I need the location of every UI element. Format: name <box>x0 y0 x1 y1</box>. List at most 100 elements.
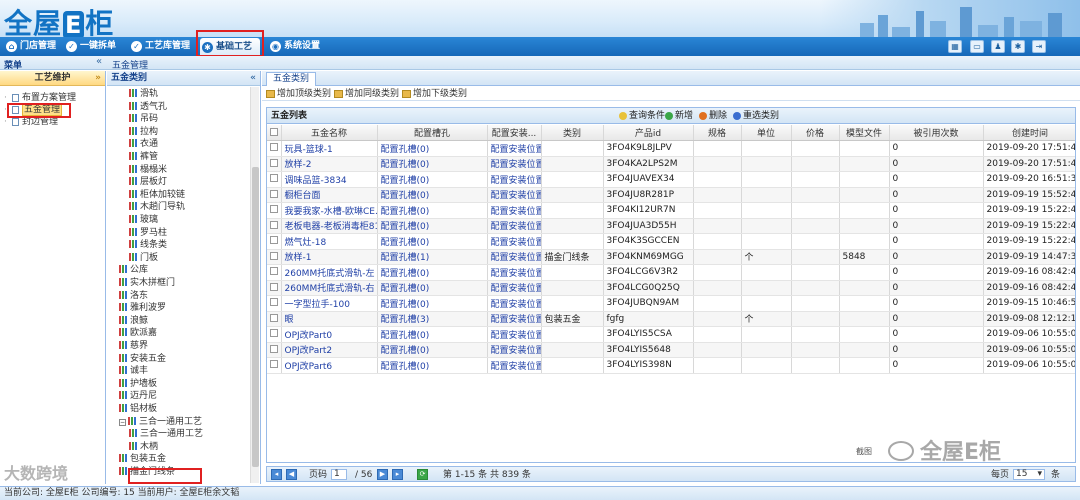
row-checkbox[interactable] <box>270 143 278 152</box>
configure-slots-link[interactable]: 配置孔槽(0) <box>377 187 488 203</box>
tree-node[interactable]: 层板灯 <box>129 176 167 188</box>
configure-position-link[interactable]: 配置安装位置 <box>487 171 542 188</box>
configure-position-link[interactable]: 配置安装位置 <box>487 140 542 157</box>
configure-position-link[interactable]: 配置安装位置 <box>487 342 542 358</box>
table-row[interactable]: 橱柜台面 配置孔槽(0) 配置安装位置 3FO4JU8R281P 0 2019-09-19… <box>267 187 1075 203</box>
window-icon[interactable]: ▭ <box>970 40 984 53</box>
hardware-name-link[interactable]: 调味品篮-3834 <box>281 171 378 188</box>
configure-position-link[interactable]: 配置安装位置 <box>487 249 542 265</box>
table-row[interactable]: 放样-1 配置孔槽(1) 配置安装位置 描金门线条 3FO4KNM69MGG 个 5848 0… <box>267 249 1075 265</box>
tree-node[interactable]: 实木拼框门 <box>119 277 175 289</box>
hardware-name-link[interactable]: 我要我家-水槽-欧琳CE... <box>281 202 378 219</box>
hardware-name-link[interactable]: 放样-1 <box>281 249 378 265</box>
configure-slots-link[interactable]: 配置孔槽(0) <box>377 280 488 296</box>
row-checkbox[interactable] <box>270 158 278 167</box>
hardware-name-link[interactable]: 一字型拉手-100 <box>281 295 378 312</box>
configure-position-link[interactable]: 配置安装位置 <box>487 233 542 250</box>
reselect-category-button[interactable]: 重选类别 <box>733 108 779 124</box>
configure-position-link[interactable]: 配置安装位置 <box>487 156 542 172</box>
row-checkbox[interactable] <box>270 189 278 198</box>
table-row[interactable]: 玩具-篮球-1 配置孔槽(0) 配置安装位置 3FO4K9L8JLPV 0 2019-09… <box>267 140 1075 157</box>
table-row[interactable]: 我要我家-水槽-欧琳CE... 配置孔槽(0) 配置安装位置 3FO4KI12UR7N… <box>267 202 1075 219</box>
query-conditions-button[interactable]: 查询条件 <box>619 108 665 124</box>
column-header[interactable]: 创建时间 <box>983 125 1075 141</box>
configure-slots-link[interactable]: 配置孔槽(1) <box>377 249 488 265</box>
tree-node[interactable]: 木趟门导轨 <box>129 201 185 213</box>
table-row[interactable]: OPJ改Part6 配置孔槽(0) 配置安装位置 3FO4LYIS398N 0 2019-… <box>267 357 1075 374</box>
user-icon[interactable]: ♟ <box>991 40 1005 53</box>
configure-slots-link[interactable]: 配置孔槽(0) <box>377 357 488 374</box>
table-row[interactable]: 调味品篮-3834 配置孔槽(0) 配置安装位置 3FO4JUAVEX34 0 2019-… <box>267 171 1075 188</box>
configure-slots-link[interactable]: 配置孔槽(0) <box>377 326 488 343</box>
configure-position-link[interactable]: 配置安装位置 <box>487 311 542 327</box>
row-checkbox[interactable] <box>270 313 278 322</box>
configure-position-link[interactable]: 配置安装位置 <box>487 357 542 374</box>
tree-node[interactable]: 衣通 <box>129 138 158 150</box>
menu-section-header[interactable]: 工艺维护 » <box>0 71 105 86</box>
configure-position-link[interactable]: 配置安装位置 <box>487 295 542 312</box>
hardware-name-link[interactable]: 眼 <box>281 311 378 327</box>
tree-node[interactable]: 浪鲸 <box>119 315 148 327</box>
exit-icon[interactable]: ⇥ <box>1032 40 1046 53</box>
row-checkbox[interactable] <box>270 205 278 214</box>
column-header[interactable]: 规格 <box>693 125 742 141</box>
column-header[interactable]: 模型文件 <box>839 125 890 141</box>
configure-position-link[interactable]: 配置安装位置 <box>487 264 542 281</box>
hardware-name-link[interactable]: 老板电器-老板消毒柜811 <box>281 218 378 234</box>
tree-node[interactable]: 木柄 <box>129 441 158 453</box>
hardware-name-link[interactable]: OPJ改Part6 <box>281 357 378 374</box>
hardware-name-link[interactable]: 橱柜台面 <box>281 187 378 203</box>
collapse-menu-icon[interactable]: « <box>96 56 102 67</box>
row-checkbox[interactable] <box>270 251 278 260</box>
tree-node[interactable]: 榻榻米 <box>129 164 167 176</box>
nav-system-settings[interactable]: ◉ 系统设置 <box>268 37 320 56</box>
tree-node[interactable]: 洛东 <box>119 290 148 302</box>
row-checkbox[interactable] <box>270 282 278 291</box>
hardware-name-link[interactable]: 玩具-篮球-1 <box>281 140 378 157</box>
row-checkbox[interactable] <box>270 344 278 353</box>
add-top-category-button[interactable]: 增加顶级类别 <box>265 88 331 100</box>
table-row[interactable]: 眼配置孔槽(3) 配置安装位置 包装五金 fgfg 个 0 2019-09-08 12:12… <box>267 311 1075 327</box>
tree-node[interactable]: 铝材板 <box>119 403 157 415</box>
select-all-checkbox[interactable] <box>270 127 278 136</box>
row-checkbox[interactable] <box>270 360 278 369</box>
table-row[interactable]: 老板电器-老板消毒柜811 配置孔槽(0) 配置安装位置 3FO4JUA3D55H 0 2… <box>267 218 1075 234</box>
add-sibling-category-button[interactable]: 增加同级类别 <box>333 88 399 100</box>
configure-slots-link[interactable]: 配置孔槽(0) <box>377 171 488 188</box>
hardware-name-link[interactable]: OPJ改Part0 <box>281 326 378 343</box>
column-header[interactable]: 单位 <box>741 125 792 141</box>
add-button[interactable]: 新增 <box>665 108 693 124</box>
tree-node[interactable]: 欧派嘉 <box>119 327 157 339</box>
tree-node[interactable]: 安装五金 <box>119 353 166 365</box>
configure-position-link[interactable]: 配置安装位置 <box>487 202 542 219</box>
tree-node[interactable]: 雅利波罗 <box>119 302 166 314</box>
configure-position-link[interactable]: 配置安装位置 <box>487 187 542 203</box>
tree-node[interactable]: 柜体加较链 <box>129 189 185 201</box>
row-checkbox[interactable] <box>270 298 278 307</box>
nav-one-click-split[interactable]: ✓ 一键拆单 <box>64 37 116 56</box>
tab-hardware-category[interactable]: 五金类别 <box>266 72 317 86</box>
refresh-icon[interactable]: ⟳ <box>417 469 428 480</box>
add-child-category-button[interactable]: 增加下级类别 <box>401 88 467 100</box>
tree-node[interactable]: 罗马柱 <box>129 227 167 239</box>
collapse-node-icon[interactable]: − <box>119 418 126 426</box>
configure-position-link[interactable]: 配置安装位置 <box>487 326 542 343</box>
table-row[interactable]: 燃气灶-18 配置孔槽(0) 配置安装位置 3FO4K3SGCCEN 0 2019-09-… <box>267 233 1075 250</box>
column-header[interactable]: 五金名称 <box>281 125 378 141</box>
row-checkbox[interactable] <box>270 236 278 245</box>
configure-slots-link[interactable]: 配置孔槽(0) <box>377 202 488 219</box>
tree-node[interactable]: 慈界 <box>119 340 148 352</box>
configure-slots-link[interactable]: 配置孔槽(0) <box>377 156 488 172</box>
configure-slots-link[interactable]: 配置孔槽(0) <box>377 264 488 281</box>
row-checkbox[interactable] <box>270 174 278 183</box>
first-page-icon[interactable]: ◂ <box>271 469 282 480</box>
table-row[interactable]: 260MM托底式滑轨-左 配置孔槽(0) 配置安装位置 3FO4LCG6V3R2 0 20… <box>267 264 1075 281</box>
tree-node[interactable]: 线条类 <box>129 239 167 251</box>
column-header[interactable]: 配置槽孔 <box>377 125 488 141</box>
gear-icon[interactable]: ✱ <box>1011 40 1025 53</box>
delete-button[interactable]: 删除 <box>699 108 727 124</box>
per-page-select[interactable]: 15 ▾ <box>1013 469 1045 480</box>
chevron-up-icon[interactable]: » <box>95 71 101 86</box>
hardware-name-link[interactable]: 260MM托底式滑轨-左 <box>281 264 378 281</box>
tree-node[interactable]: 公库 <box>119 264 148 276</box>
